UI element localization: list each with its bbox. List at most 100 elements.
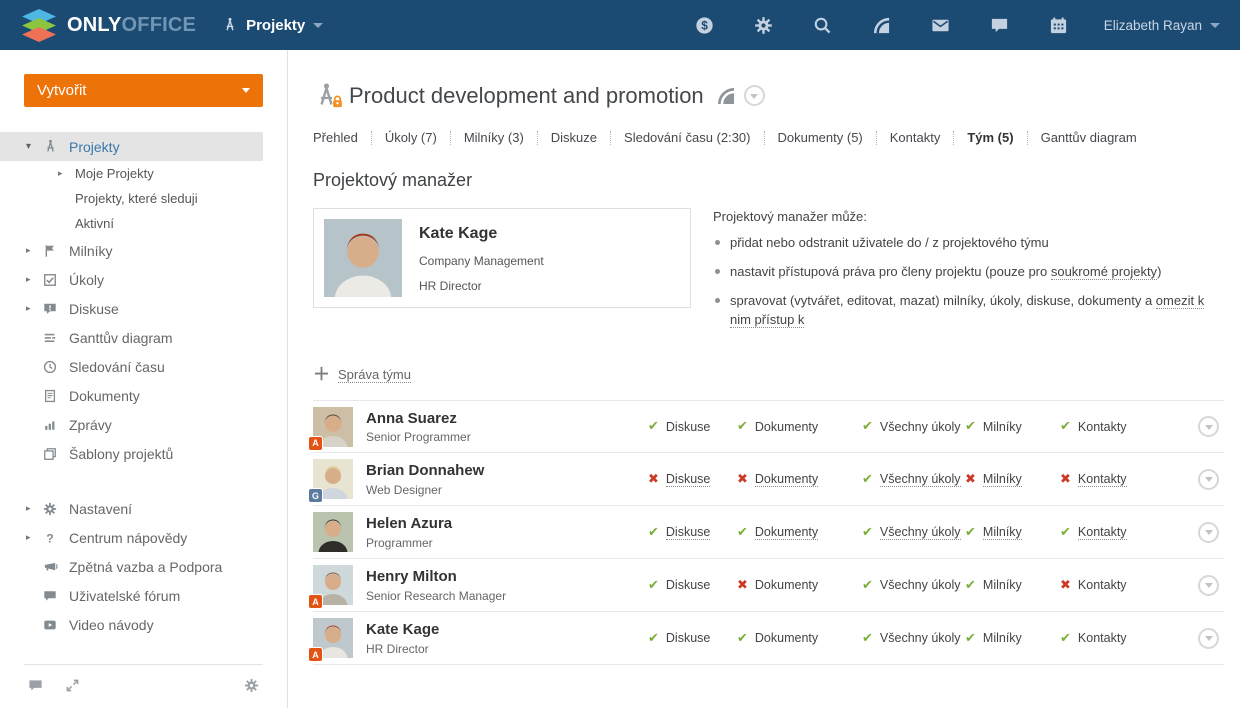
permission-label[interactable]: Milníky xyxy=(982,525,1022,540)
expander-icon[interactable]: ▾ xyxy=(26,141,43,152)
tab-milniky-3[interactable]: Milníky (3) xyxy=(464,130,524,145)
manage-team-link[interactable]: ＋ Správa týmu xyxy=(313,366,1224,383)
sidebar-item-centrum-napovedy[interactable]: ▸ ? Centrum nápovědy xyxy=(0,523,263,552)
user-menu[interactable]: Elizabeth Rayan xyxy=(1104,18,1220,33)
allowed-check-icon[interactable]: ✔ xyxy=(862,631,873,646)
calendar-icon[interactable] xyxy=(1048,14,1070,36)
denied-cross-icon[interactable]: ✖ xyxy=(737,578,748,593)
expander-icon[interactable]: ▸ xyxy=(26,532,43,543)
support-chat-icon[interactable] xyxy=(28,678,43,693)
sidebar-item-ukoly[interactable]: ▸ Úkoly xyxy=(0,265,263,294)
tab-dokumenty-5[interactable]: Dokumenty (5) xyxy=(778,130,863,145)
expander-icon[interactable]: ▸ xyxy=(26,303,43,314)
payments-icon[interactable]: $ xyxy=(694,14,716,36)
permission-label[interactable]: Kontakty xyxy=(1077,525,1127,540)
chevron-down-icon xyxy=(1204,583,1213,589)
sidebar-item-milniky[interactable]: ▸ Milníky xyxy=(0,236,263,265)
allowed-check-icon[interactable]: ✔ xyxy=(648,525,659,540)
allowed-check-icon[interactable]: ✔ xyxy=(1060,525,1071,540)
row-actions-button[interactable] xyxy=(1198,574,1219,596)
member-name[interactable]: Kate Kage xyxy=(366,621,439,638)
search-icon[interactable] xyxy=(812,14,834,36)
sidebar-item-zpetna-vazba-a-podpora[interactable]: Zpětná vazba a Podpora xyxy=(0,552,263,581)
sidebar-item-diskuse[interactable]: ▸ Diskuse xyxy=(0,294,263,323)
sidebar-item-uzivatelske-forum[interactable]: Uživatelské fórum xyxy=(0,581,263,610)
tab-ukoly-7[interactable]: Úkoly (7) xyxy=(385,130,437,145)
sidebar-item-sledovani-casu[interactable]: Sledování času xyxy=(0,352,263,381)
sidebar-item-projekty[interactable]: ▾ Projekty xyxy=(0,132,263,161)
allowed-check-icon[interactable]: ✔ xyxy=(648,419,659,434)
sidebar-item-nastaveni[interactable]: ▸ Nastavení xyxy=(0,494,263,523)
permission-label[interactable]: Milníky xyxy=(982,472,1022,487)
sidebar-item-zpravy[interactable]: Zprávy xyxy=(0,410,263,439)
denied-cross-icon[interactable]: ✖ xyxy=(737,472,748,487)
manager-name[interactable]: Kate Kage xyxy=(419,225,544,243)
allowed-check-icon[interactable]: ✔ xyxy=(862,472,873,487)
permission-label[interactable]: Diskuse xyxy=(665,472,711,487)
allowed-check-icon[interactable]: ✔ xyxy=(737,631,748,646)
tab-sledovani-casu-2-30[interactable]: Sledování času (2:30) xyxy=(624,130,750,145)
settings-icon[interactable] xyxy=(753,14,775,36)
member-name[interactable]: Helen Azura xyxy=(366,515,452,532)
tab-prehled[interactable]: Přehled xyxy=(313,130,358,145)
feed-icon[interactable] xyxy=(871,14,893,36)
sidebar-item-dokumenty[interactable]: Dokumenty xyxy=(0,381,263,410)
manager-card: Kate Kage Company Management HR Director xyxy=(313,208,691,323)
allowed-check-icon[interactable]: ✔ xyxy=(862,525,873,540)
denied-cross-icon[interactable]: ✖ xyxy=(1060,578,1071,593)
allowed-check-icon[interactable]: ✔ xyxy=(1060,419,1071,434)
tab-tym-5[interactable]: Tým (5) xyxy=(967,130,1013,145)
allowed-check-icon[interactable]: ✔ xyxy=(965,631,976,646)
create-button[interactable]: Vytvořit xyxy=(24,74,263,107)
expander-icon[interactable]: ▸ xyxy=(58,168,75,179)
allowed-check-icon[interactable]: ✔ xyxy=(965,578,976,593)
mail-icon[interactable] xyxy=(930,14,952,36)
project-actions-button[interactable] xyxy=(743,85,765,106)
sidebar-settings-icon[interactable] xyxy=(244,678,259,693)
allowed-check-icon[interactable]: ✔ xyxy=(1060,631,1071,646)
allowed-check-icon[interactable]: ✔ xyxy=(862,419,873,434)
sidebar-item-aktivni[interactable]: Aktivní xyxy=(0,211,263,236)
denied-cross-icon[interactable]: ✖ xyxy=(648,472,659,487)
permission-label[interactable]: Kontakty xyxy=(1077,472,1127,487)
member-name[interactable]: Brian Donnahew xyxy=(366,462,484,479)
allowed-check-icon[interactable]: ✔ xyxy=(648,631,659,646)
product-menu-projects[interactable]: Projekty xyxy=(222,17,324,34)
sidebar-item-moje-projekty[interactable]: ▸ Moje Projekty xyxy=(0,161,263,186)
fullscreen-icon[interactable] xyxy=(65,678,80,693)
allowed-check-icon[interactable]: ✔ xyxy=(862,578,873,593)
denied-cross-icon[interactable]: ✖ xyxy=(965,472,976,487)
expander-icon[interactable]: ▸ xyxy=(26,245,43,256)
sidebar-item-projekty-ktere-sleduji[interactable]: Projekty, které sleduji xyxy=(0,186,263,211)
member-name[interactable]: Anna Suarez xyxy=(366,410,471,427)
rights-link-private-projects[interactable]: soukromé projekty xyxy=(1050,263,1158,280)
row-actions-button[interactable] xyxy=(1198,627,1219,649)
sidebar-item-video-navody[interactable]: Video návody xyxy=(0,610,263,639)
follow-feed-icon[interactable] xyxy=(716,86,736,106)
row-actions-button[interactable] xyxy=(1198,416,1219,438)
tab-ganttuv-diagram[interactable]: Ganttův diagram xyxy=(1041,130,1137,145)
denied-cross-icon[interactable]: ✖ xyxy=(1060,472,1071,487)
allowed-check-icon[interactable]: ✔ xyxy=(965,525,976,540)
member-name[interactable]: Henry Milton xyxy=(366,568,506,585)
row-actions-button[interactable] xyxy=(1198,521,1219,543)
permission-label[interactable]: Dokumenty xyxy=(754,472,819,487)
tab-diskuze[interactable]: Diskuze xyxy=(551,130,597,145)
permission-label[interactable]: Diskuse xyxy=(665,525,711,540)
expander-icon[interactable]: ▸ xyxy=(26,274,43,285)
talk-icon[interactable] xyxy=(989,14,1011,36)
tab-kontakty[interactable]: Kontakty xyxy=(890,130,941,145)
allowed-check-icon[interactable]: ✔ xyxy=(737,525,748,540)
sidebar-item-sablony-projektu[interactable]: Šablony projektů xyxy=(0,439,263,468)
allowed-check-icon[interactable]: ✔ xyxy=(965,419,976,434)
permission-label[interactable]: Všechny úkoly xyxy=(879,472,961,487)
permission-label[interactable]: Všechny úkoly xyxy=(879,525,961,540)
onlyoffice-logo[interactable]: ONLYOFFICE xyxy=(22,9,196,42)
sidebar-item-ganttuv-diagram[interactable]: Ganttův diagram xyxy=(0,323,263,352)
tab-separator xyxy=(610,130,612,145)
allowed-check-icon[interactable]: ✔ xyxy=(737,419,748,434)
permission-label[interactable]: Dokumenty xyxy=(754,525,819,540)
allowed-check-icon[interactable]: ✔ xyxy=(648,578,659,593)
expander-icon[interactable]: ▸ xyxy=(26,503,43,514)
row-actions-button[interactable] xyxy=(1198,468,1219,490)
